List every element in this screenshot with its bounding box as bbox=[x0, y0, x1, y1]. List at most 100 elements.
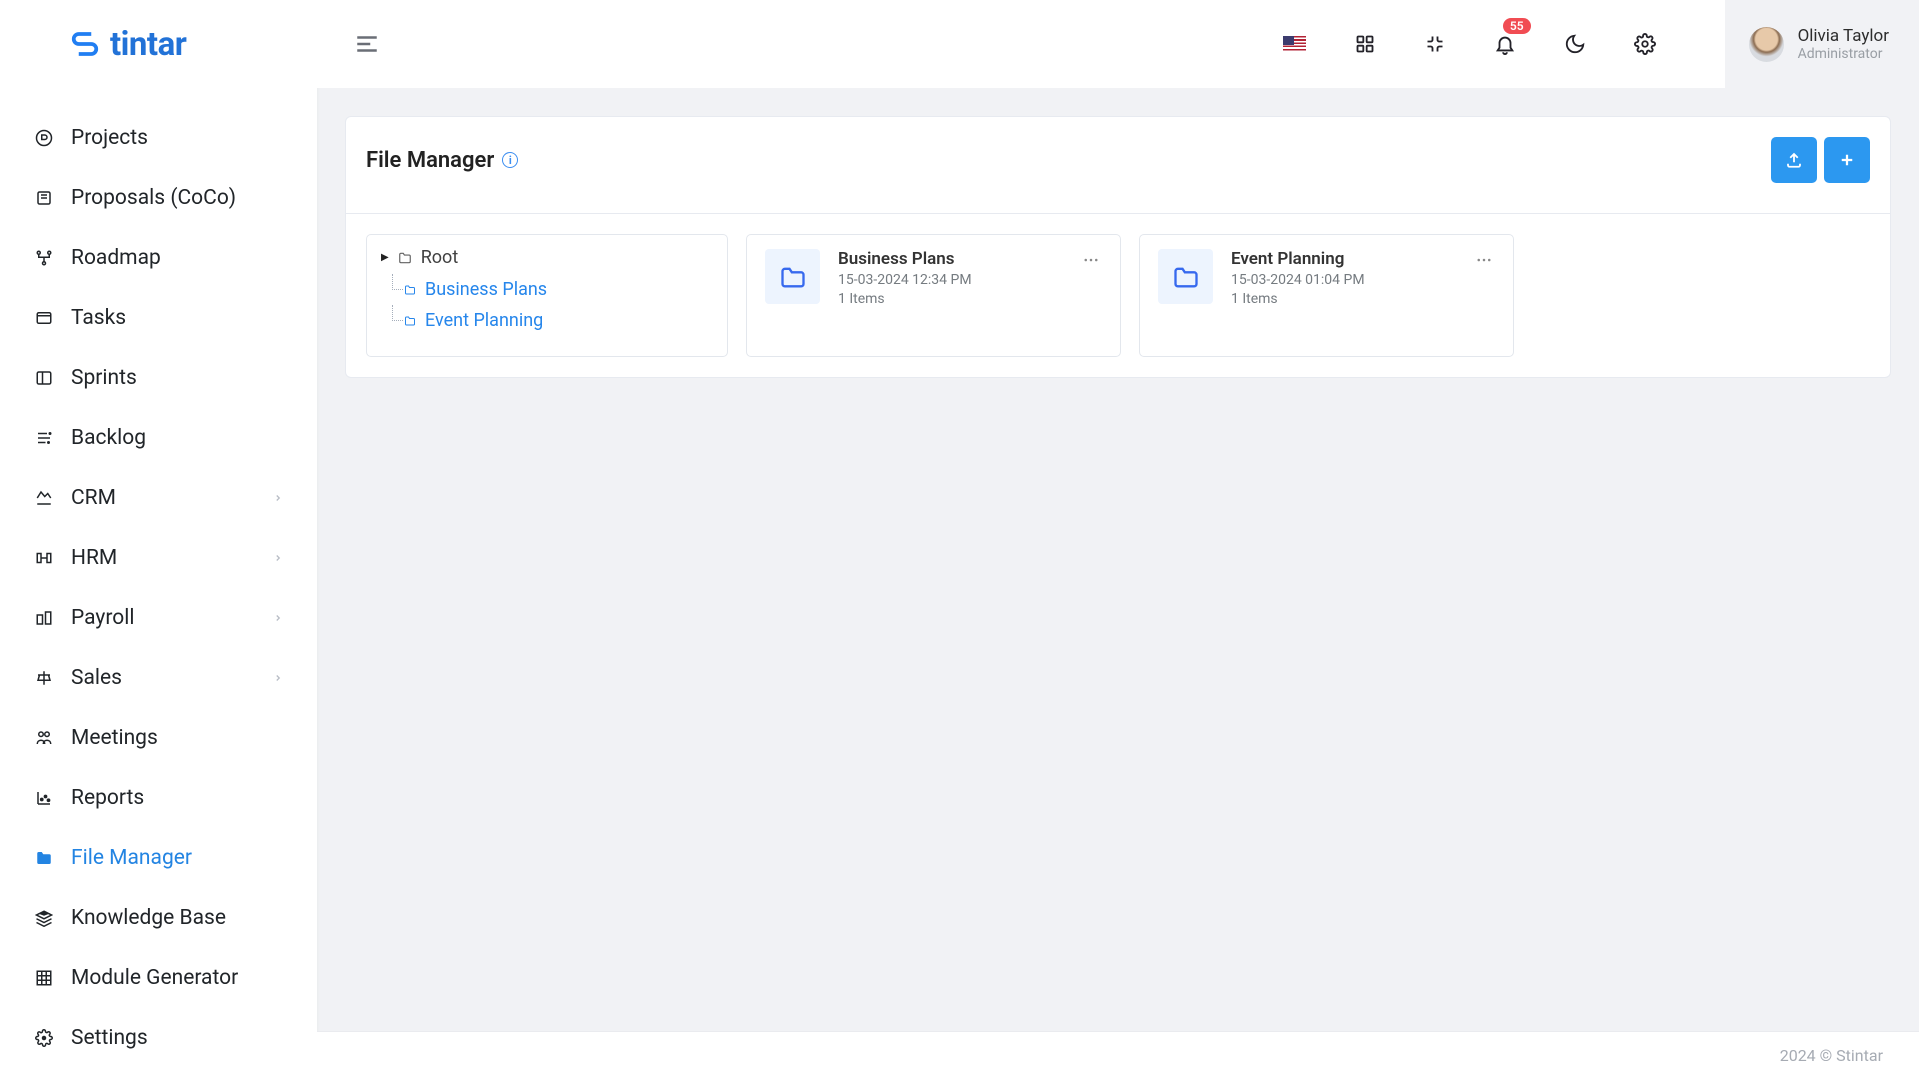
gear-icon bbox=[1634, 33, 1656, 55]
folder-icon bbox=[403, 284, 417, 296]
caret-right-icon: ▶ bbox=[381, 252, 389, 263]
sidebar-item-settings[interactable]: Settings bbox=[0, 1008, 317, 1068]
sidebar-item-label: Knowledge Base bbox=[71, 906, 283, 930]
sidebar-item-projects[interactable]: Projects bbox=[0, 108, 317, 168]
projects-icon bbox=[34, 128, 54, 148]
proposals-icon bbox=[34, 188, 54, 208]
folder-name: Event Planning bbox=[1231, 249, 1455, 269]
apps-icon bbox=[1355, 34, 1375, 54]
sidebar-item-hrm[interactable]: HRM bbox=[0, 528, 317, 588]
footer-text: 2024 © Stintar bbox=[1780, 1046, 1883, 1065]
sales-icon bbox=[34, 668, 54, 688]
apps-button[interactable] bbox=[1351, 30, 1379, 58]
meetings-icon bbox=[34, 728, 54, 748]
menu-icon bbox=[354, 31, 380, 57]
chevron-right-icon bbox=[273, 493, 283, 503]
folder-menu-button[interactable] bbox=[1473, 249, 1495, 271]
sidebar-item-meetings[interactable]: Meetings bbox=[0, 708, 317, 768]
sidebar-item-sprints[interactable]: Sprints bbox=[0, 348, 317, 408]
file-manager-icon bbox=[34, 848, 54, 868]
notifications-button[interactable]: 55 bbox=[1491, 30, 1519, 58]
folder-icon bbox=[403, 315, 417, 327]
folder-card-event-planning[interactable]: Event Planning 15-03-2024 01:04 PM 1 Ite… bbox=[1139, 234, 1514, 357]
tree-item-event-planning[interactable]: Event Planning bbox=[403, 305, 709, 336]
module-generator-icon bbox=[34, 968, 54, 988]
sidebar-item-label: Payroll bbox=[71, 606, 256, 630]
content: File Manager i ▶ Root bbox=[317, 88, 1919, 1031]
tree-item-label: Business Plans bbox=[425, 279, 547, 300]
sidebar-item-sales[interactable]: Sales bbox=[0, 648, 317, 708]
sidebar-item-label: Roadmap bbox=[71, 246, 283, 270]
sidebar-item-label: Settings bbox=[71, 1026, 283, 1050]
info-icon[interactable]: i bbox=[502, 152, 518, 168]
sidebar: tintar Projects Proposals (CoCo) Roadmap… bbox=[0, 0, 317, 1079]
sidebar-item-label: File Manager bbox=[71, 846, 283, 870]
profile-name: Olivia Taylor bbox=[1798, 26, 1889, 46]
folder-icon-box bbox=[1158, 249, 1213, 304]
folder-info: Event Planning 15-03-2024 01:04 PM 1 Ite… bbox=[1231, 249, 1455, 307]
footer: 2024 © Stintar bbox=[317, 1031, 1919, 1079]
folder-icon bbox=[1172, 263, 1200, 291]
fullscreen-exit-button[interactable] bbox=[1421, 30, 1449, 58]
sidebar-item-proposals[interactable]: Proposals (CoCo) bbox=[0, 168, 317, 228]
plus-icon bbox=[1838, 151, 1856, 169]
logo[interactable]: tintar bbox=[70, 25, 186, 64]
reports-icon bbox=[34, 788, 54, 808]
sidebar-item-backlog[interactable]: Backlog bbox=[0, 408, 317, 468]
tree-item-business-plans[interactable]: Business Plans bbox=[403, 274, 709, 305]
header-actions bbox=[1771, 137, 1870, 183]
folder-menu-button[interactable] bbox=[1080, 249, 1102, 271]
sidebar-item-reports[interactable]: Reports bbox=[0, 768, 317, 828]
sidebar-item-label: Reports bbox=[71, 786, 283, 810]
folder-name: Business Plans bbox=[838, 249, 1062, 269]
settings-button[interactable] bbox=[1631, 30, 1659, 58]
folder-card-business-plans[interactable]: Business Plans 15-03-2024 12:34 PM 1 Ite… bbox=[746, 234, 1121, 357]
folder-icon-box bbox=[765, 249, 820, 304]
folder-grid: Business Plans 15-03-2024 12:34 PM 1 Ite… bbox=[746, 234, 1870, 357]
folder-tree-panel: ▶ Root Business Plans Event Planning bbox=[366, 234, 728, 357]
upload-button[interactable] bbox=[1771, 137, 1817, 183]
dots-horizontal-icon bbox=[1082, 251, 1100, 269]
theme-toggle-button[interactable] bbox=[1561, 30, 1589, 58]
sidebar-item-label: Sales bbox=[71, 666, 256, 690]
topbar: 55 Olivia Taylor Administrator bbox=[317, 0, 1919, 88]
hrm-icon bbox=[34, 548, 54, 568]
fullscreen-exit-icon bbox=[1425, 34, 1445, 54]
tree-root[interactable]: ▶ Root bbox=[381, 247, 709, 268]
folder-items: 1 Items bbox=[1231, 291, 1455, 307]
profile-menu[interactable]: Olivia Taylor Administrator bbox=[1725, 0, 1919, 88]
sidebar-item-label: Projects bbox=[71, 126, 283, 150]
logo-text: tintar bbox=[110, 25, 186, 64]
sidebar-item-tasks[interactable]: Tasks bbox=[0, 288, 317, 348]
chevron-right-icon bbox=[273, 553, 283, 563]
sidebar-item-label: HRM bbox=[71, 546, 256, 570]
new-folder-button[interactable] bbox=[1824, 137, 1870, 183]
bell-icon bbox=[1494, 33, 1516, 55]
sidebar-item-file-manager[interactable]: File Manager bbox=[0, 828, 317, 888]
settings-icon bbox=[34, 1028, 54, 1048]
language-button[interactable] bbox=[1281, 30, 1309, 58]
roadmap-icon bbox=[34, 248, 54, 268]
sidebar-item-label: Tasks bbox=[71, 306, 283, 330]
chevron-right-icon bbox=[273, 673, 283, 683]
sidebar-item-label: Module Generator bbox=[71, 966, 283, 990]
card-body: ▶ Root Business Plans Event Planning bbox=[346, 213, 1890, 377]
avatar bbox=[1749, 27, 1784, 62]
sidebar-item-crm[interactable]: CRM bbox=[0, 468, 317, 528]
crm-icon bbox=[34, 488, 54, 508]
sidebar-item-payroll[interactable]: Payroll bbox=[0, 588, 317, 648]
profile-role: Administrator bbox=[1798, 46, 1889, 62]
folder-icon bbox=[397, 251, 413, 265]
flag-us-icon bbox=[1283, 36, 1306, 52]
knowledge-base-icon bbox=[34, 908, 54, 928]
main-column: 55 Olivia Taylor Administrator File Mana… bbox=[317, 0, 1919, 1079]
sidebar-item-label: Meetings bbox=[71, 726, 283, 750]
file-manager-card: File Manager i ▶ Root bbox=[345, 116, 1891, 378]
sidebar-item-roadmap[interactable]: Roadmap bbox=[0, 228, 317, 288]
logo-mark-icon bbox=[70, 29, 100, 59]
sidebar-item-module-generator[interactable]: Module Generator bbox=[0, 948, 317, 1008]
folder-icon bbox=[779, 263, 807, 291]
menu-toggle-button[interactable] bbox=[353, 30, 381, 58]
sidebar-item-knowledge-base[interactable]: Knowledge Base bbox=[0, 888, 317, 948]
folder-date: 15-03-2024 01:04 PM bbox=[1231, 272, 1455, 288]
